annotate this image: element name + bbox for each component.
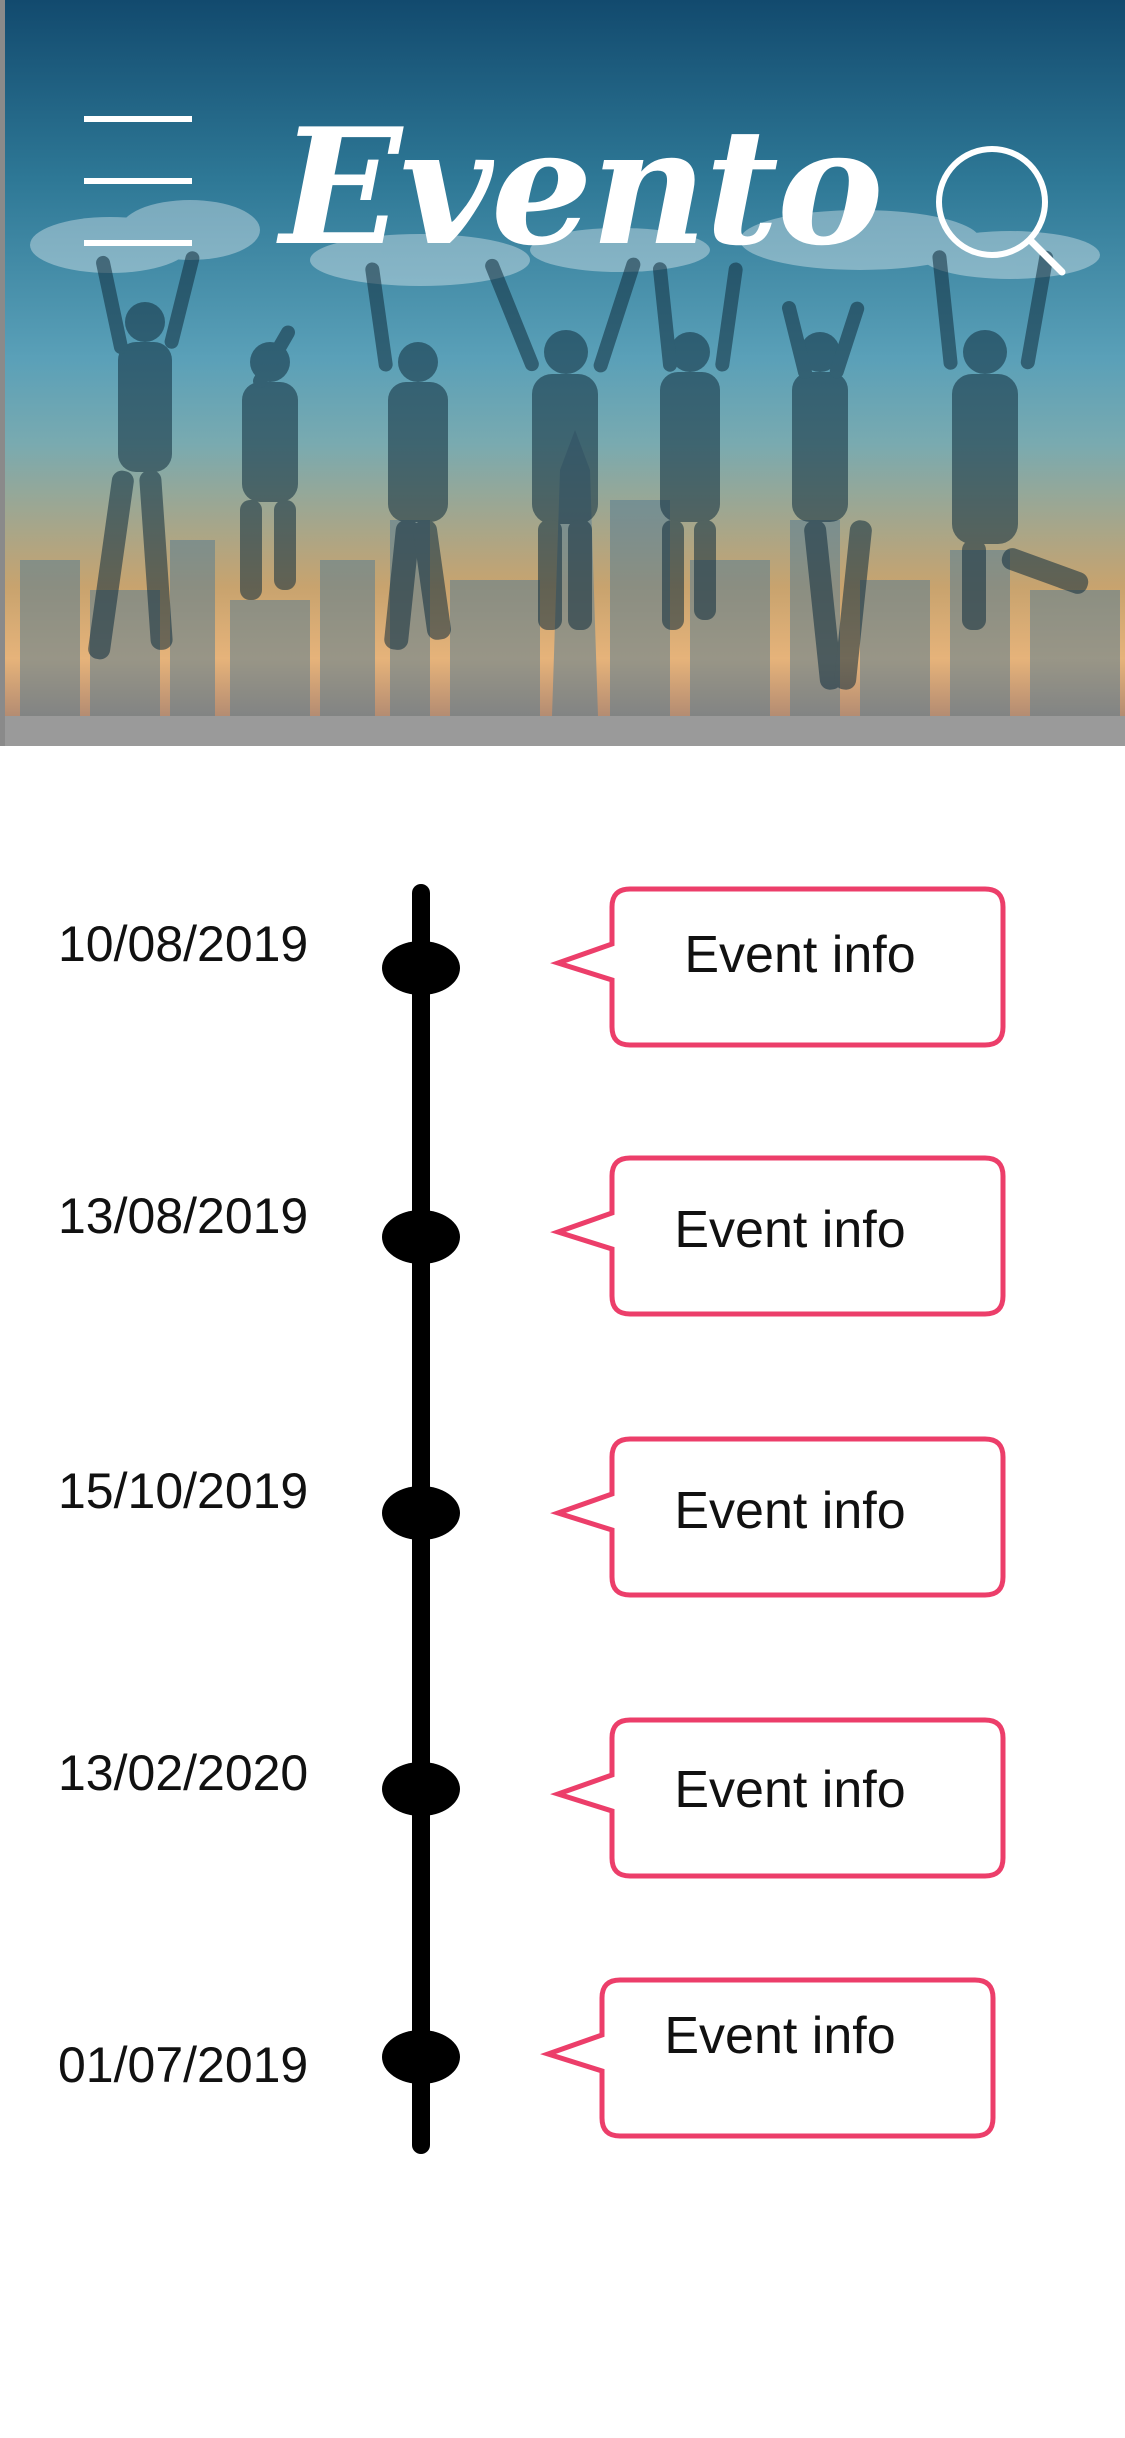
- event-info-bubble[interactable]: Event info: [550, 885, 1006, 1049]
- event-info-bubble[interactable]: Event info: [550, 1435, 1006, 1599]
- timeline-event: 13/08/2019 Event info: [0, 1152, 1125, 1322]
- event-info-label: Event info: [674, 1761, 906, 1819]
- header-hero-image: Evento: [0, 0, 1125, 716]
- hamburger-menu-icon-line: [84, 178, 192, 184]
- timeline-marker: [382, 1210, 460, 1264]
- hamburger-menu-icon-line: [84, 240, 192, 246]
- event-date: 15/10/2019: [58, 1463, 309, 1519]
- event-date: 13/02/2020: [58, 1745, 309, 1801]
- header-divider: [0, 716, 1125, 746]
- timeline-marker: [382, 2030, 460, 2084]
- timeline-event: 10/08/2019 Event info: [0, 880, 1125, 1050]
- timeline-event: 01/07/2019 Event info: [0, 1976, 1125, 2146]
- event-info-bubble[interactable]: Event info: [550, 1154, 1006, 1318]
- event-info-label: Event info: [674, 1201, 906, 1259]
- event-date: 01/07/2019: [58, 2037, 309, 2093]
- search-button[interactable]: [930, 140, 1070, 280]
- event-date: 10/08/2019: [58, 916, 309, 972]
- event-info-bubble[interactable]: Event info: [540, 1976, 996, 2140]
- event-info-label: Event info: [674, 1482, 906, 1540]
- menu-button[interactable]: [84, 112, 192, 252]
- hamburger-menu-icon-line: [84, 116, 192, 122]
- event-info-bubble[interactable]: Event info: [550, 1716, 1006, 1880]
- timeline-event: 15/10/2019 Event info: [0, 1432, 1125, 1602]
- timeline-marker: [382, 1762, 460, 1816]
- timeline-event: 13/02/2020 Event info: [0, 1716, 1125, 1886]
- search-icon: [936, 146, 1066, 276]
- timeline-marker: [382, 941, 460, 995]
- event-date: 13/08/2019: [58, 1188, 309, 1244]
- timeline-marker: [382, 1486, 460, 1540]
- header-left-edge: [0, 0, 5, 746]
- event-info-label: Event info: [684, 926, 916, 984]
- event-info-label: Event info: [664, 2007, 896, 2065]
- app-logo-title: Evento: [280, 93, 884, 281]
